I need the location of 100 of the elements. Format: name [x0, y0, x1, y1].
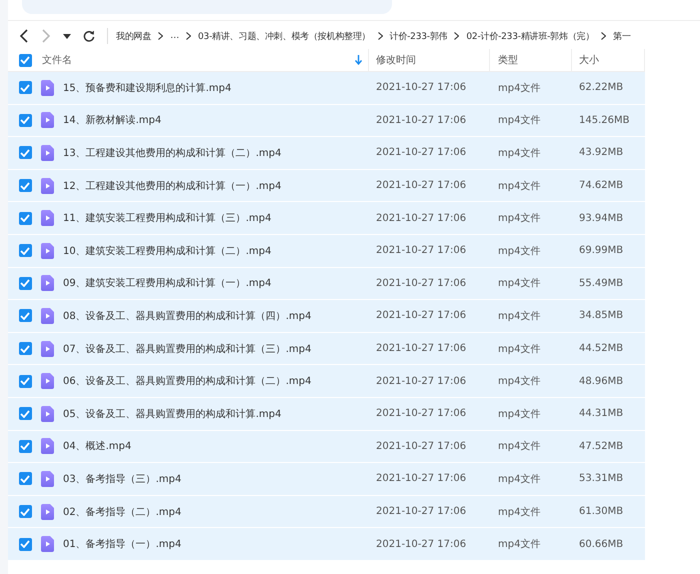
file-row[interactable]: 01、备考指导（一）.mp4 2021-10-27 17:06 mp4文件 60.66MB — [8, 528, 645, 561]
modified-time: 2021-10-27 17:06 — [376, 212, 466, 224]
row-checkbox[interactable] — [18, 407, 32, 420]
file-type: mp4文件 — [498, 310, 540, 323]
file-size: 43.92MB — [579, 147, 624, 158]
row-checkbox[interactable] — [18, 244, 32, 258]
file-size: 55.49MB — [579, 278, 624, 289]
file-size: 34.85MB — [579, 310, 624, 322]
file-size: 48.96MB — [579, 376, 624, 387]
row-checkbox[interactable] — [18, 472, 32, 486]
breadcrumb-link[interactable]: … — [170, 31, 180, 41]
file-row[interactable]: 04、概述.mp4 2021-10-27 17:06 mp4文件 47.52MB — [8, 430, 645, 464]
file-name: 04、概述.mp4 — [63, 440, 132, 454]
breadcrumb-link[interactable]: 03-精讲、习题、冲刺、模考（按机构整理） — [198, 30, 371, 42]
file-name: 08、设备及工、器具购置费用的构成和计算（四）.mp4 — [63, 310, 312, 323]
breadcrumb-separator-icon — [454, 32, 460, 40]
file-size: 44.31MB — [579, 408, 624, 420]
file-row[interactable]: 11、建筑安装工程费用构成和计算（三）.mp4 2021-10-27 17:06 mp4文件 93.94MB — [8, 202, 645, 235]
row-checkbox[interactable] — [18, 81, 32, 94]
file-size: 69.99MB — [579, 245, 624, 256]
file-name: 02、备考指导（二）.mp4 — [63, 506, 182, 519]
row-checkbox[interactable] — [18, 374, 32, 388]
file-name: 12、工程建设其他费用的构成和计算（一）.mp4 — [63, 180, 282, 193]
file-type: mp4文件 — [498, 374, 540, 388]
breadcrumb-link[interactable]: 第一 — [613, 30, 631, 42]
video-file-icon — [41, 373, 54, 390]
breadcrumb-separator-icon — [158, 32, 164, 40]
modified-time: 2021-10-27 17:06 — [376, 343, 466, 354]
file-type: mp4文件 — [498, 180, 540, 193]
file-row[interactable]: 02、备考指导（二）.mp4 2021-10-27 17:06 mp4文件 61.30MB — [8, 496, 645, 528]
video-file-icon — [41, 406, 54, 422]
column-header[interactable]: 修改时间 — [376, 53, 416, 67]
file-name: 07、设备及工、器具购置费用的构成和计算（三）.mp4 — [63, 342, 312, 356]
row-checkbox[interactable] — [18, 342, 32, 356]
file-row[interactable]: 14、新教材解读.mp4 2021-10-27 17:06 mp4文件 145.26MB — [8, 104, 645, 138]
column-header[interactable]: 大小 — [579, 53, 599, 67]
file-type: mp4文件 — [498, 244, 540, 258]
file-row[interactable]: 03、备考指导（三）.mp4 2021-10-27 17:06 mp4文件 53.31MB — [8, 463, 645, 496]
column-header[interactable]: 文件名 — [42, 53, 72, 67]
file-name: 14、新教材解读.mp4 — [63, 114, 162, 128]
video-file-icon — [41, 178, 54, 194]
file-name: 09、建筑安装工程费用构成和计算（一）.mp4 — [63, 276, 272, 290]
back-icon[interactable] — [19, 29, 29, 43]
column-header[interactable]: 类型 — [498, 53, 518, 67]
modified-time: 2021-10-27 17:06 — [376, 408, 466, 420]
row-checkbox[interactable] — [18, 179, 32, 192]
row-checkbox[interactable] — [18, 505, 32, 518]
file-size: 93.94MB — [579, 212, 624, 224]
video-file-icon — [41, 438, 54, 454]
file-row[interactable]: 08、设备及工、器具购置费用的构成和计算（四）.mp4 2021-10-27 17:06 mp4文件 34.85MB — [8, 300, 645, 333]
forward-icon[interactable] — [41, 29, 51, 43]
file-row[interactable]: 09、建筑安装工程费用构成和计算（一）.mp4 2021-10-27 17:06 mp4文件 55.49MB — [8, 268, 645, 300]
video-file-icon — [41, 210, 54, 226]
modified-time: 2021-10-27 17:06 — [376, 147, 466, 158]
breadcrumb-link[interactable]: 计价-233-郭伟 — [390, 30, 448, 42]
row-checkbox[interactable] — [18, 440, 32, 453]
file-size: 74.62MB — [579, 180, 624, 192]
file-name: 05、设备及工、器具购置费用的构成和计算.mp4 — [63, 408, 282, 421]
video-file-icon — [41, 470, 54, 487]
breadcrumb-link[interactable]: 02-计价-233-精讲班-郭炜（完） — [466, 30, 594, 42]
modified-time: 2021-10-27 17:06 — [376, 506, 466, 518]
file-row[interactable]: 06、设备及工、器具购置费用的构成和计算（二）.mp4 2021-10-27 17:06 mp4文件 48.96MB — [8, 365, 645, 398]
row-checkbox[interactable] — [18, 538, 32, 551]
select-all-checkbox[interactable] — [18, 54, 32, 66]
file-type: mp4文件 — [498, 276, 540, 290]
file-row[interactable]: 10、建筑安装工程费用构成和计算（二）.mp4 2021-10-27 17:06 mp4文件 69.99MB — [8, 234, 645, 268]
row-checkbox[interactable] — [18, 114, 32, 127]
row-checkbox[interactable] — [18, 212, 32, 225]
file-row[interactable]: 05、设备及工、器具购置费用的构成和计算.mp4 2021-10-27 17:06 mp4文件 44.31MB — [8, 398, 645, 431]
file-name: 03、备考指导（三）.mp4 — [63, 472, 182, 486]
file-name: 11、建筑安装工程费用构成和计算（三）.mp4 — [63, 212, 272, 226]
file-type: mp4文件 — [498, 506, 540, 519]
file-size: 44.52MB — [579, 343, 624, 354]
modified-time: 2021-10-27 17:06 — [376, 180, 466, 192]
row-checkbox[interactable] — [18, 276, 32, 290]
modified-time: 2021-10-27 17:06 — [376, 440, 466, 452]
file-row[interactable]: 15、预备费和建设期利息的计算.mp4 2021-10-27 17:06 mp4文件 62.22MB — [8, 72, 645, 105]
file-size: 145.26MB — [579, 114, 630, 126]
file-row[interactable]: 12、工程建设其他费用的构成和计算（一）.mp4 2021-10-27 17:06 mp4文件 74.62MB — [8, 170, 645, 202]
file-name: 10、建筑安装工程费用构成和计算（二）.mp4 — [63, 244, 272, 258]
file-size: 53.31MB — [579, 473, 624, 484]
modified-time: 2021-10-27 17:06 — [376, 376, 466, 387]
sort-arrow-icon[interactable] — [355, 55, 362, 65]
breadcrumb-separator-icon — [601, 32, 606, 40]
breadcrumb-link[interactable]: 我的网盘 — [116, 30, 152, 42]
modified-time: 2021-10-27 17:06 — [376, 278, 466, 289]
file-row[interactable]: 13、工程建设其他费用的构成和计算（二）.mp4 2021-10-27 17:06 mp4文件 43.92MB — [8, 137, 645, 170]
refresh-icon[interactable] — [83, 30, 95, 42]
dropdown-caret-icon[interactable] — [63, 34, 71, 38]
file-type: mp4文件 — [498, 342, 540, 356]
video-file-icon — [41, 308, 54, 324]
file-type: mp4文件 — [498, 146, 540, 160]
video-file-icon — [41, 504, 54, 520]
row-checkbox[interactable] — [18, 146, 32, 160]
modified-time: 2021-10-27 17:06 — [376, 245, 466, 256]
file-row[interactable]: 07、设备及工、器具购置费用的构成和计算（三）.mp4 2021-10-27 17:06 mp4文件 44.52MB — [8, 332, 645, 366]
row-checkbox[interactable] — [18, 309, 32, 322]
file-type: mp4文件 — [498, 440, 540, 454]
breadcrumb-separator-icon — [378, 32, 383, 40]
file-size: 61.30MB — [579, 506, 624, 518]
